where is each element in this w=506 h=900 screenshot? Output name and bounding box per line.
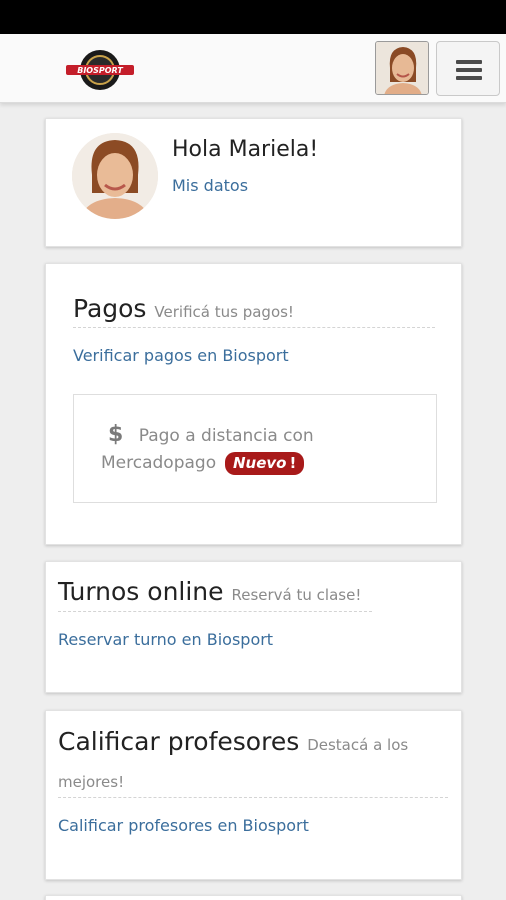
divider: [73, 327, 435, 328]
greeting-text: Hola Mariela!: [172, 137, 319, 162]
divider: [58, 611, 372, 612]
remote-payment-line1: Pago a distancia con: [138, 426, 314, 446]
my-data-link[interactable]: Mis datos: [172, 176, 248, 195]
rate-card: Calificar profesores Destacá a los mejor…: [45, 710, 462, 880]
payments-title-text: Pagos: [73, 294, 147, 323]
menu-button[interactable]: [436, 41, 500, 96]
new-badge-label: Nuevo: [233, 454, 287, 472]
biosport-logo[interactable]: BIOSPORT: [64, 48, 136, 92]
profile-card: Hola Mariela! Mis datos: [45, 118, 462, 247]
payments-card: Pagos Verificá tus pagos! Verificar pago…: [45, 263, 462, 545]
rate-title: Calificar profesores Destacá a los: [58, 727, 408, 756]
status-bar: [0, 0, 506, 34]
profile-avatar: [72, 133, 158, 219]
user-avatar-thumbnail[interactable]: [375, 41, 429, 95]
hamburger-icon-bar: [456, 68, 482, 72]
rate-teachers-link[interactable]: Calificar profesores en Biosport: [58, 816, 309, 835]
next-card: [45, 895, 462, 900]
turns-subtitle: Reservá tu clase!: [231, 586, 362, 604]
turns-title-text: Turnos online: [58, 577, 224, 606]
new-badge: Nuevo!: [225, 452, 305, 475]
remote-payment-box[interactable]: $ Pago a distancia con Mercadopago Nuevo…: [73, 394, 437, 503]
dollar-icon: $: [108, 422, 124, 447]
turns-card: Turnos online Reservá tu clase! Reservar…: [45, 561, 462, 693]
verify-payments-link[interactable]: Verificar pagos en Biosport: [73, 346, 289, 365]
svg-text:BIOSPORT: BIOSPORT: [77, 66, 123, 75]
turns-title: Turnos online Reservá tu clase!: [58, 577, 361, 606]
top-navbar: BIOSPORT: [0, 34, 506, 103]
reserve-turn-link[interactable]: Reservar turno en Biosport: [58, 630, 273, 649]
remote-payment-line2: Mercadopago: [101, 453, 217, 473]
payments-subtitle: Verificá tus pagos!: [154, 303, 294, 321]
rate-title-text: Calificar profesores: [58, 727, 300, 756]
exclamation-icon: !: [289, 454, 297, 472]
hamburger-icon: [456, 60, 482, 64]
payments-title: Pagos Verificá tus pagos!: [73, 294, 294, 323]
rate-subtitle-cont: mejores!: [58, 773, 125, 791]
rate-subtitle: Destacá a los: [307, 736, 409, 754]
divider: [58, 797, 448, 798]
hamburger-icon-bar: [456, 76, 482, 80]
